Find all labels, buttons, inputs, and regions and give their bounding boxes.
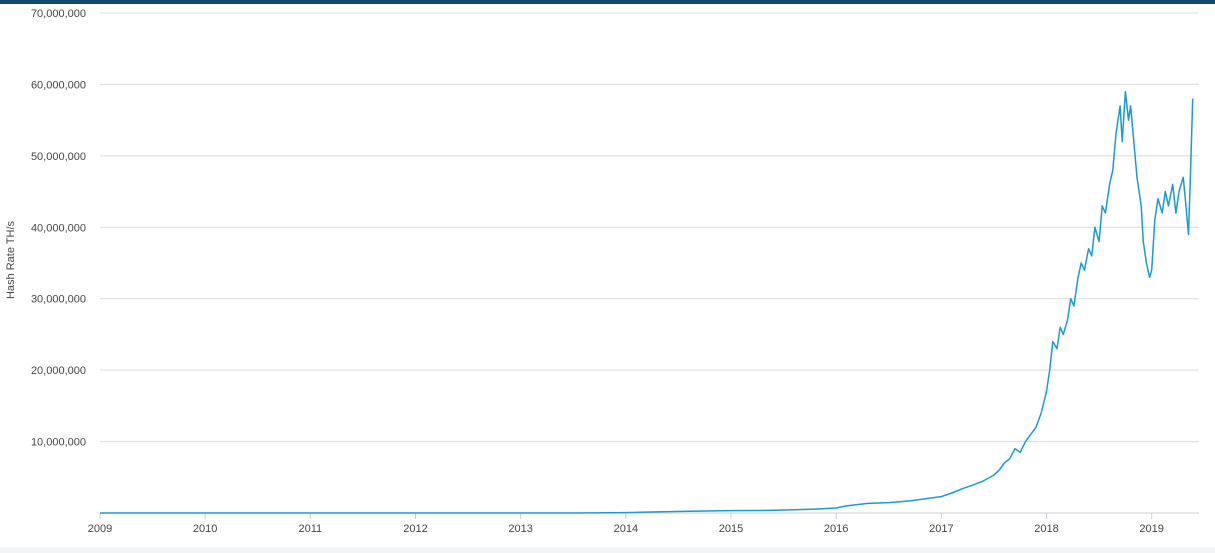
grid-lines bbox=[100, 12, 1199, 443]
x-tick-label: 2016 bbox=[824, 523, 848, 535]
x-tick-label: 2018 bbox=[1034, 523, 1058, 535]
x-axis-ticks: 2009 2010 2011 2012 2013 2014 2015 2016 2017 2018… bbox=[88, 513, 1164, 535]
y-tick-label: 10,000,000 bbox=[31, 437, 86, 449]
x-tick-label: 2011 bbox=[299, 523, 323, 535]
y-axis-ticks: 10,000,000 20,000,000 30,000,000 40,000,000… bbox=[31, 8, 86, 449]
y-tick-label: 50,000,000 bbox=[31, 151, 86, 163]
x-tick-label: 2012 bbox=[403, 523, 427, 535]
y-tick-label: 70,000,000 bbox=[31, 8, 86, 20]
x-tick-label: 2019 bbox=[1139, 523, 1163, 535]
x-tick-label: 2013 bbox=[508, 523, 532, 535]
y-tick-label: 60,000,000 bbox=[31, 79, 86, 91]
x-tick-label: 2009 bbox=[88, 523, 112, 535]
x-tick-label: 2017 bbox=[929, 523, 953, 535]
x-tick-label: 2015 bbox=[719, 523, 743, 535]
bottom-strip bbox=[0, 547, 1215, 553]
y-axis-label: Hash Rate TH/s bbox=[5, 220, 17, 299]
x-tick-label: 2010 bbox=[193, 523, 217, 535]
hash-rate-line bbox=[100, 90, 1194, 514]
x-tick-label: 2014 bbox=[614, 523, 638, 535]
y-tick-label: 20,000,000 bbox=[31, 365, 86, 377]
y-tick-label: 40,000,000 bbox=[31, 222, 86, 234]
y-tick-label: 30,000,000 bbox=[31, 294, 86, 306]
hash-rate-chart: 10,000,000 20,000,000 30,000,000 40,000,000… bbox=[5, 8, 1199, 535]
